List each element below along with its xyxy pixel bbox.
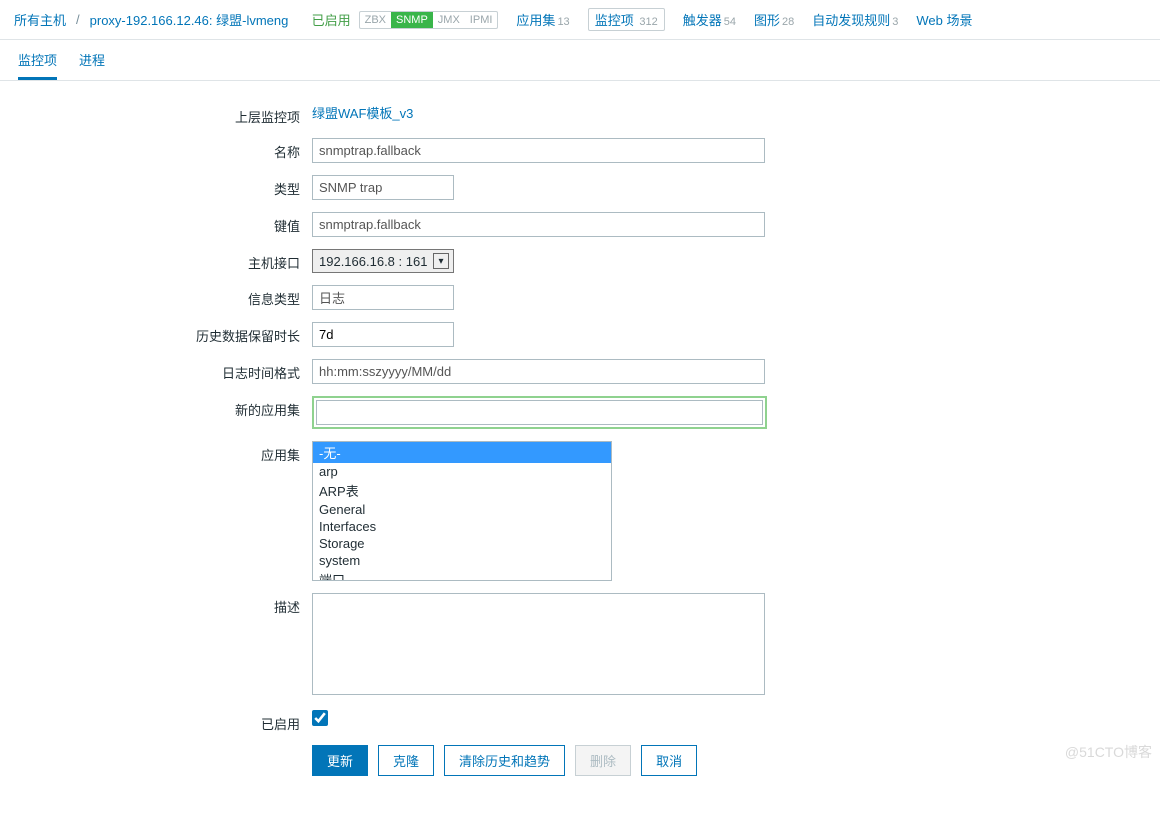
label-logfmt: 日志时间格式	[20, 359, 312, 382]
breadcrumb-all-hosts[interactable]: 所有主机	[14, 10, 66, 29]
button-row: 更新 克隆 清除历史和趋势 删除 取消	[312, 745, 697, 776]
type-input[interactable]	[312, 175, 454, 200]
delete-button: 删除	[575, 745, 631, 776]
apps-listbox[interactable]: -无-arpARP表GeneralInterfacesStoragesystem…	[312, 441, 612, 581]
cancel-button[interactable]: 取消	[641, 745, 697, 776]
label-new-app: 新的应用集	[20, 396, 312, 419]
subtabs: 监控项 进程	[0, 40, 1160, 81]
nav-graphs-count: 28	[782, 16, 794, 28]
apps-option[interactable]: system	[313, 552, 611, 569]
nav-items-count: 312	[639, 16, 657, 28]
nav-triggers-count: 54	[724, 16, 736, 28]
label-history: 历史数据保留时长	[20, 322, 312, 345]
nav-graphs[interactable]: 图形	[754, 13, 780, 28]
nav-discovery[interactable]: 自动发现规则	[812, 13, 890, 28]
tab-process[interactable]: 进程	[79, 50, 105, 80]
nav-triggers[interactable]: 触发器	[683, 13, 722, 28]
new-app-highlight	[312, 396, 767, 429]
availability-badges: ZBX SNMP JMX IPMI	[359, 11, 499, 29]
key-input[interactable]	[312, 212, 765, 237]
tab-item[interactable]: 监控项	[18, 50, 57, 80]
avail-ipmi: IPMI	[465, 12, 498, 28]
label-name: 名称	[20, 138, 312, 161]
label-apps: 应用集	[20, 441, 312, 464]
label-key: 键值	[20, 212, 312, 235]
nav-apps[interactable]: 应用集	[516, 13, 555, 28]
nav-discovery-count: 3	[892, 16, 898, 28]
label-info-type: 信息类型	[20, 285, 312, 308]
host-interface-value: 192.166.16.8 : 161	[319, 254, 427, 269]
description-textarea[interactable]	[312, 593, 765, 695]
nav-items[interactable]: 监控项	[595, 13, 634, 28]
label-host-if: 主机接口	[20, 249, 312, 272]
name-input[interactable]	[312, 138, 765, 163]
nav-web[interactable]: Web 场景	[916, 13, 972, 28]
new-app-input[interactable]	[316, 400, 763, 425]
apps-option[interactable]: Storage	[313, 535, 611, 552]
label-desc: 描述	[20, 593, 312, 616]
info-type-input[interactable]	[312, 285, 454, 310]
avail-zbx: ZBX	[360, 12, 391, 28]
host-topbar: 所有主机 / proxy-192.166.12.46: 绿盟-lvmeng 已启…	[0, 0, 1160, 40]
chevron-down-icon: ▾	[433, 253, 449, 269]
logfmt-input[interactable]	[312, 359, 765, 384]
apps-option[interactable]: 端口	[313, 569, 611, 581]
nav-items-wrap[interactable]: 监控项 312	[588, 8, 665, 31]
breadcrumb-host[interactable]: proxy-192.166.12.46: 绿盟-lvmeng	[90, 10, 289, 29]
host-nav: 应用集13 监控项 312 触发器54 图形28 自动发现规则3 Web 场景	[516, 8, 972, 31]
apps-option[interactable]: Interfaces	[313, 518, 611, 535]
history-input[interactable]	[312, 322, 454, 347]
clone-button[interactable]: 克隆	[378, 745, 434, 776]
label-enabled: 已启用	[20, 710, 312, 733]
parent-link[interactable]: 绿盟WAF模板_v3	[312, 106, 413, 121]
nav-apps-count: 13	[557, 16, 569, 28]
enabled-checkbox[interactable]	[312, 710, 328, 726]
apps-option[interactable]: ARP表	[313, 480, 611, 501]
apps-option[interactable]: General	[313, 501, 611, 518]
label-parent: 上层监控项	[20, 103, 312, 126]
clear-button[interactable]: 清除历史和趋势	[444, 745, 565, 776]
label-type: 类型	[20, 175, 312, 198]
apps-option[interactable]: arp	[313, 463, 611, 480]
avail-snmp: SNMP	[391, 12, 433, 28]
apps-option[interactable]: -无-	[313, 442, 611, 463]
avail-jmx: JMX	[433, 12, 465, 28]
update-button[interactable]: 更新	[312, 745, 368, 776]
host-interface-select[interactable]: 192.166.16.8 : 161 ▾	[312, 249, 454, 273]
breadcrumb-sep: /	[74, 12, 82, 27]
status-enabled: 已启用	[312, 10, 351, 29]
item-form: 上层监控项 绿盟WAF模板_v3 名称 类型 键值 主机接口 192.166.1…	[0, 81, 1160, 818]
